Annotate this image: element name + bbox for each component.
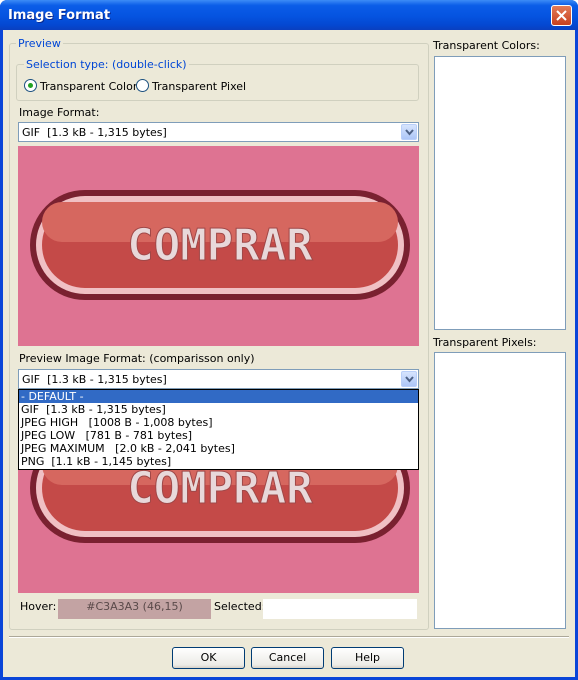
selected-color-swatch [263, 599, 417, 619]
selected-label: Selected: [214, 600, 266, 613]
dropdown-option[interactable]: JPEG MAXIMUM [2.0 kB - 2,041 bytes] [19, 442, 418, 455]
close-icon [556, 10, 567, 21]
preview-image-format-value: GIF [1.3 kB - 1,315 bytes] [22, 373, 167, 386]
comprar-text: COMPRAR [127, 463, 313, 514]
dropdown-option[interactable]: JPEG HIGH [1008 B - 1,008 bytes] [19, 416, 418, 429]
preview-image-format-select[interactable]: GIF [1.3 kB - 1,315 bytes] [18, 369, 419, 389]
dropdown-option[interactable]: JPEG LOW [781 B - 781 bytes] [19, 429, 418, 442]
transparent-color-label[interactable]: Transparent Color [40, 80, 137, 93]
transparent-pixels-list[interactable] [434, 352, 566, 629]
transparent-pixel-radio[interactable] [136, 79, 149, 92]
help-button[interactable]: Help [331, 647, 404, 669]
dropdown-option[interactable]: - DEFAULT - [19, 390, 418, 403]
format-dropdown-list[interactable]: - DEFAULT - GIF [1.3 kB - 1,315 bytes] J… [18, 389, 419, 470]
transparent-colors-label: Transparent Colors: [433, 39, 540, 52]
transparent-color-radio[interactable] [24, 79, 37, 92]
image-format-label: Image Format: [19, 106, 100, 119]
chevron-down-icon[interactable] [401, 371, 417, 387]
image-format-value: GIF [1.3 kB - 1,315 bytes] [22, 126, 167, 139]
selection-type-legend: Selection type: (double-click) [24, 58, 189, 71]
dialog-window: Image Format Preview Selection type: (do… [0, 0, 578, 680]
transparent-pixel-label[interactable]: Transparent Pixel [152, 80, 246, 93]
title-bar[interactable]: Image Format [0, 0, 578, 30]
preview-image-format-label: Preview Image Format: (comparisson only) [19, 352, 255, 365]
transparent-pixels-label: Transparent Pixels: [433, 336, 537, 349]
close-button[interactable] [551, 5, 572, 26]
dropdown-option[interactable]: GIF [1.3 kB - 1,315 bytes] [19, 403, 418, 416]
dropdown-option[interactable]: PNG [1.1 kB - 1,145 bytes] [19, 455, 418, 468]
image-format-select[interactable]: GIF [1.3 kB - 1,315 bytes] [18, 122, 419, 142]
chevron-down-icon[interactable] [401, 124, 417, 140]
ok-button[interactable]: OK [172, 647, 245, 669]
window-title: Image Format [8, 8, 111, 23]
hover-label: Hover: [20, 600, 57, 613]
comprar-button-image: COMPRAR [30, 190, 410, 300]
hover-color-swatch: #C3A3A3 (46,15) [58, 599, 211, 619]
comprar-text: COMPRAR [127, 220, 313, 271]
dialog-client: Preview Selection type: (double-click) T… [3, 30, 575, 677]
preview-legend: Preview [16, 37, 63, 50]
transparent-colors-list[interactable] [434, 56, 566, 330]
image-preview: COMPRAR [18, 146, 419, 346]
cancel-button[interactable]: Cancel [251, 647, 324, 669]
radio-selected-dot [28, 83, 33, 88]
footer-separator [9, 636, 569, 638]
